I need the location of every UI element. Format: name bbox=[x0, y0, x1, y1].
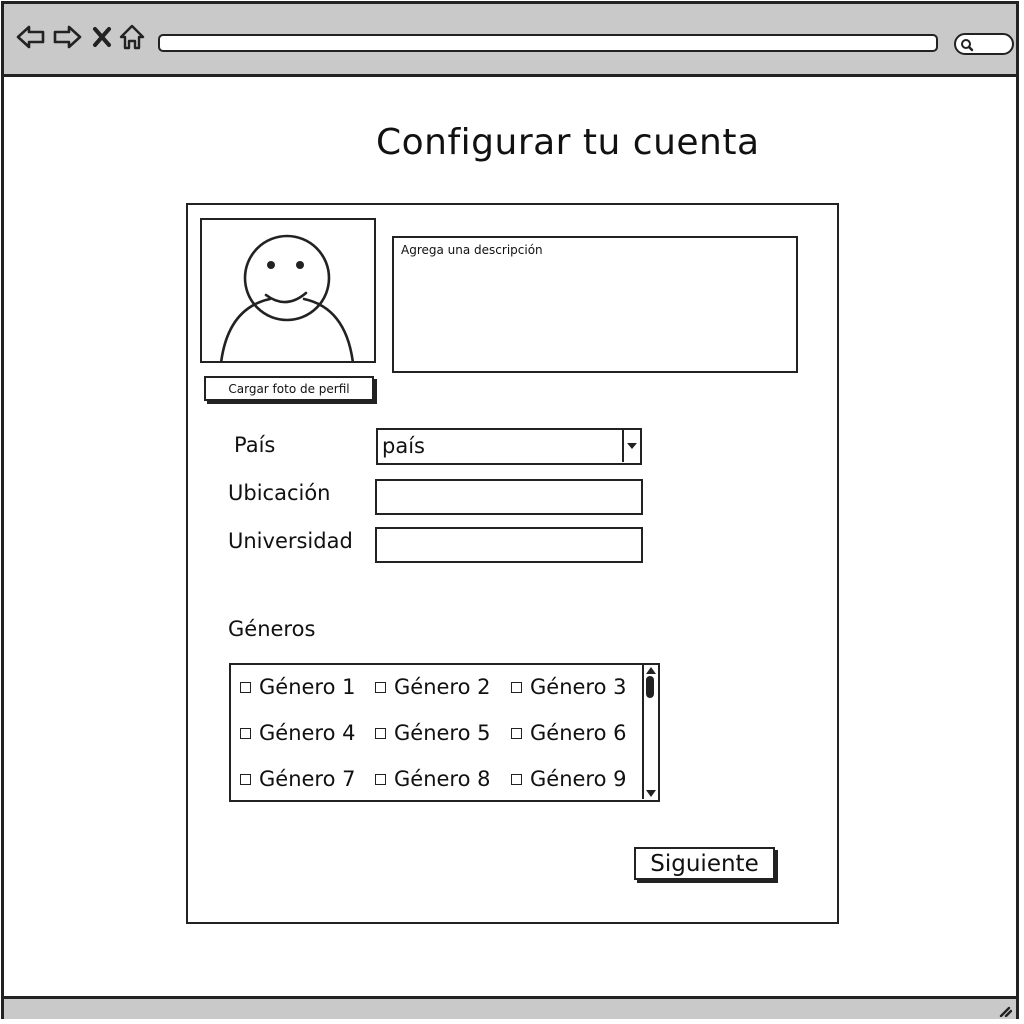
checkbox[interactable] bbox=[240, 681, 251, 693]
genre-label: Género 2 bbox=[394, 675, 491, 699]
checkbox[interactable] bbox=[240, 773, 251, 785]
genre-label: Género 5 bbox=[394, 721, 491, 745]
resize-grip-icon[interactable] bbox=[998, 1005, 1012, 1017]
user-avatar-icon bbox=[220, 234, 354, 361]
scrollbar-thumb[interactable] bbox=[646, 676, 654, 698]
genres-scrollbar[interactable] bbox=[642, 665, 658, 799]
description-textarea[interactable] bbox=[392, 236, 798, 373]
browser-toolbar bbox=[4, 4, 1016, 77]
checkbox[interactable] bbox=[240, 727, 251, 739]
page-title: Configurar tu cuenta bbox=[376, 122, 760, 163]
university-label: Universidad bbox=[228, 529, 353, 553]
genre-label: Género 6 bbox=[530, 721, 627, 745]
genre-label: Género 9 bbox=[530, 767, 627, 791]
checkbox[interactable] bbox=[511, 727, 522, 739]
next-button[interactable]: Siguiente bbox=[634, 847, 775, 880]
genre-checkbox-8[interactable]: Género 8 bbox=[375, 767, 490, 791]
browser-status-bar bbox=[4, 996, 1016, 1019]
account-settings-form: Cargar foto de perfil País país Ubicació… bbox=[186, 203, 839, 924]
home-icon[interactable] bbox=[118, 23, 146, 55]
genre-label: Género 8 bbox=[394, 767, 491, 791]
scroll-up-arrow-icon[interactable] bbox=[646, 667, 656, 674]
location-label: Ubicación bbox=[228, 481, 331, 505]
genre-label: Género 4 bbox=[259, 721, 356, 745]
genres-checkbox-list: Género 1 Género 2 Género 3 Género 4 Géne… bbox=[229, 663, 660, 802]
chevron-down-icon bbox=[627, 443, 637, 449]
genre-label: Género 3 bbox=[530, 675, 627, 699]
genre-checkbox-6[interactable]: Género 6 bbox=[511, 721, 626, 745]
profile-photo-placeholder bbox=[200, 218, 376, 363]
genre-checkbox-1[interactable]: Género 1 bbox=[240, 675, 355, 699]
browser-search-field[interactable] bbox=[954, 33, 1014, 55]
back-arrow-icon[interactable] bbox=[16, 24, 46, 54]
scroll-down-arrow-icon[interactable] bbox=[646, 790, 656, 797]
address-bar[interactable] bbox=[158, 34, 938, 52]
genre-checkbox-9[interactable]: Género 9 bbox=[511, 767, 626, 791]
university-input[interactable] bbox=[375, 527, 643, 563]
upload-profile-photo-button[interactable]: Cargar foto de perfil bbox=[204, 376, 374, 401]
genre-checkbox-4[interactable]: Género 4 bbox=[240, 721, 355, 745]
dropdown-arrow[interactable] bbox=[622, 430, 640, 462]
location-input[interactable] bbox=[375, 479, 643, 515]
country-select[interactable]: país bbox=[376, 428, 642, 465]
country-label: País bbox=[234, 433, 276, 457]
country-selected-value: país bbox=[382, 434, 425, 458]
checkbox[interactable] bbox=[375, 727, 386, 739]
genre-checkbox-3[interactable]: Género 3 bbox=[511, 675, 626, 699]
browser-window: Configurar tu cuenta Cargar foto de perf… bbox=[1, 1, 1019, 1019]
genre-checkbox-2[interactable]: Género 2 bbox=[375, 675, 490, 699]
genres-label: Géneros bbox=[228, 617, 316, 641]
forward-arrow-icon[interactable] bbox=[52, 24, 82, 54]
checkbox[interactable] bbox=[511, 681, 522, 693]
close-icon[interactable] bbox=[92, 26, 112, 52]
search-icon bbox=[961, 39, 974, 52]
checkbox[interactable] bbox=[375, 773, 386, 785]
checkbox[interactable] bbox=[511, 773, 522, 785]
genre-label: Género 7 bbox=[259, 767, 356, 791]
checkbox[interactable] bbox=[375, 681, 386, 693]
genre-label: Género 1 bbox=[259, 675, 356, 699]
genre-checkbox-7[interactable]: Género 7 bbox=[240, 767, 355, 791]
genre-checkbox-5[interactable]: Género 5 bbox=[375, 721, 490, 745]
